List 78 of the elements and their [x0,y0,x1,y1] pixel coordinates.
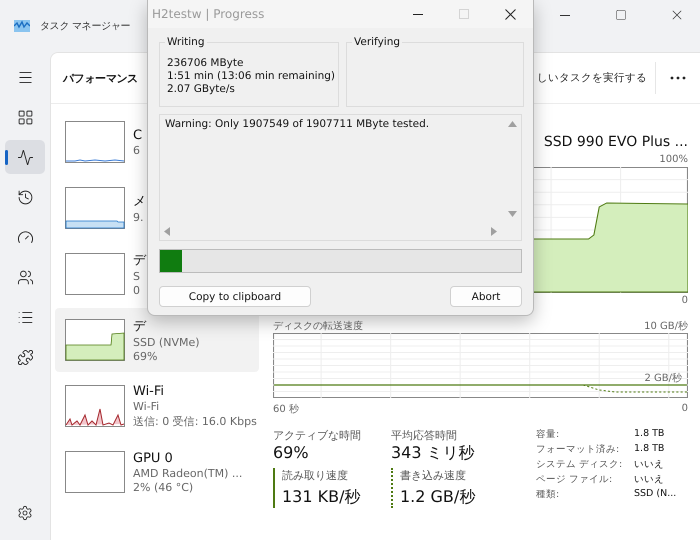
device-item[interactable]: GPU 0 AMD Radeon(TM) ... 2% (46 °C) [55,440,242,504]
info-value: いいえ [634,473,665,486]
graph-thumbnail [65,319,125,361]
device-detail: 送信: 0 受信: 16.0 Kbps [133,414,257,428]
graph-thumbnail [65,121,125,163]
graph-thumbnail [65,451,125,493]
device-name: デ [133,318,148,335]
stat-value: 1.2 GB/秒 [400,487,476,508]
maximize-icon [615,9,627,21]
device-detail: 69% [133,350,158,363]
stat-value: 69% [273,443,310,462]
log-text: Warning: Only 1907549 of 1907711 MByte tested. [164,117,430,132]
device-item[interactable]: デ SSD (NVMe) 69% [55,308,259,372]
device-detail: 9. [133,211,144,224]
axis-label: 10 GB/秒 [644,320,688,332]
axis-label: 2 GB/秒 [644,372,682,385]
device-detail: 0 [133,284,141,297]
page-title: パフォーマンス [63,70,138,86]
axis-label: 60 秒 [273,402,299,416]
dialog-title: H2testw | Progress [152,7,266,21]
stat-value: 343 ミリ秒 [391,443,476,464]
puzzle-icon [16,348,34,366]
grid-icon [16,108,34,126]
info-value: いいえ [634,458,665,471]
device-name: Wi-Fi [133,384,166,398]
device-title: SSD 990 EVO Plus ... [544,134,688,150]
stat-label: 読み取り速度 [282,468,349,483]
info-value: 1.8 TB [634,428,666,441]
graph-thumbnail [65,253,125,295]
window-title: タスク マネージャー [40,20,132,33]
device-item[interactable]: メ 9. [55,176,146,240]
status-line: 1:51 min (13:06 min remaining) [167,70,336,82]
device-detail: 2% (46 °C) [133,480,194,494]
device-detail: AMD Radeon(TM) ... [133,466,242,480]
stat-label: 書き込み速度 [400,468,467,483]
history-icon [16,188,34,206]
device-detail: 6 [133,144,141,156]
device-name: デ [133,252,146,269]
info-value: SSD (N... [634,488,678,501]
axis-label: 100% [659,154,688,165]
stat-value: 131 KB/秒 [282,487,362,508]
device-detail: SSD (NVMe) [133,336,200,349]
info-label: 種類: [536,488,560,501]
abort-button[interactable]: Abort [450,286,522,307]
copy-button[interactable]: Copy to clipboard [159,286,311,307]
device-name: C [133,128,142,142]
info-label: 容量: [536,428,560,441]
app-icon [14,20,30,32]
device-name: GPU 0 [133,450,174,466]
device-item[interactable]: Wi-Fi Wi-Fi 送信: 0 受信: 16.0 Kbps [55,374,257,438]
info-value: 1.8 TB [634,443,666,456]
nav-button[interactable] [5,140,45,174]
graph-title: ディスクの転送速度 [273,320,363,332]
info-label: ページ ファイル: [536,473,614,486]
device-item[interactable]: C 6 [55,110,142,174]
device-detail: Wi-Fi [133,400,160,412]
axis-label: 0 [682,295,688,306]
device-item[interactable]: デ S 0 [55,242,146,306]
run-task-button[interactable]: しいタスクを実行する [537,62,656,94]
gauge-icon [16,228,34,246]
info-label: システム ディスク: [536,458,624,471]
device-detail: S [133,270,141,283]
axis-label: 0 [682,403,688,414]
device-name: メ [133,193,146,210]
graph-thumbnail [65,385,125,427]
stat-label: アクティブな時間 [273,428,362,443]
users-icon [16,268,34,286]
minimize-icon [560,14,570,16]
more-icon [670,76,686,80]
settings-icon [17,505,33,521]
stat-label: 平均応答時間 [391,428,458,443]
status-line: 236706 MByte [167,57,244,69]
pulse-icon [16,148,34,166]
info-label: フォーマット済み: [536,443,620,456]
group-title: Writing [165,36,206,48]
group-title: Verifying [352,36,402,48]
graph-thumbnail [65,187,125,229]
status-line: 2.07 GByte/s [167,83,236,95]
